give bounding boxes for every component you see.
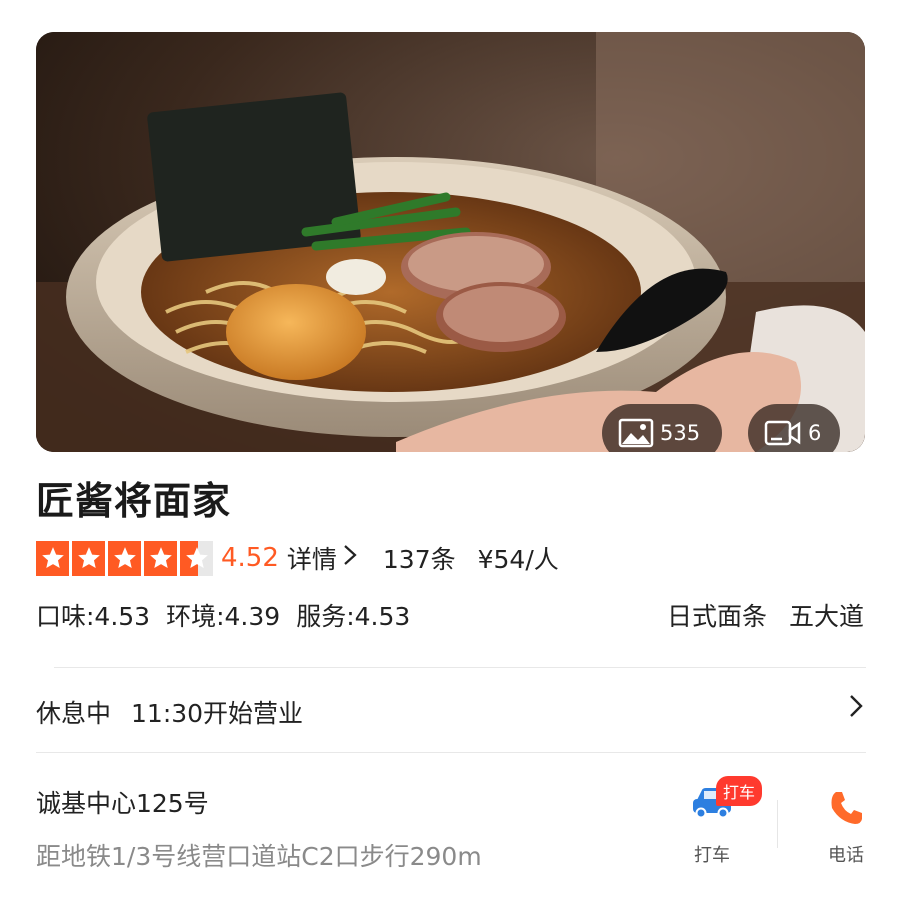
image-icon — [618, 418, 654, 448]
taxi-badge: 打车 — [716, 776, 763, 806]
star-rating — [36, 540, 213, 576]
chevron-right-icon — [343, 544, 357, 572]
subway-distance: 距地铁1/3号线营口道站C2口步行290m — [36, 842, 482, 871]
shop-tags: 日式面条 五大道 — [667, 597, 864, 633]
details-label: 详情 — [286, 545, 337, 574]
half-star-icon — [180, 540, 213, 576]
taxi-label: 打车 — [694, 845, 730, 866]
open-status: 休息中 — [36, 699, 112, 728]
star-icon — [108, 540, 141, 576]
photos-count: 535 — [660, 421, 701, 445]
service-score: 服务:4.53 — [296, 602, 411, 631]
video-icon — [764, 418, 802, 448]
district-tag[interactable]: 五大道 — [789, 597, 864, 633]
videos-count: 6 — [808, 421, 822, 445]
star-icon — [36, 540, 69, 576]
cuisine-tag[interactable]: 日式面条 — [667, 597, 767, 633]
rating-score: 4.52 — [221, 543, 279, 573]
shop-name: 匠酱将面家 — [36, 479, 232, 523]
shop-hero-photo[interactable]: 535 6 — [36, 32, 865, 452]
star-icon — [72, 540, 105, 576]
divider — [36, 752, 866, 753]
review-count[interactable]: 137条 — [383, 540, 456, 576]
sub-scores: 口味:4.53 环境:4.39 服务:4.53 — [36, 597, 410, 633]
ramen-bowl-image — [36, 32, 865, 452]
phone-icon — [831, 792, 862, 824]
videos-count-button[interactable]: 6 — [748, 404, 840, 452]
environment-score: 环境:4.39 — [166, 602, 281, 631]
price-per-person: ¥54/人 — [477, 545, 559, 574]
photos-count-button[interactable]: 535 — [602, 404, 722, 452]
star-icon — [144, 540, 177, 576]
action-separator — [777, 800, 778, 848]
phone-label: 电话 — [828, 845, 864, 866]
divider — [54, 667, 866, 668]
phone-button[interactable]: 电话 — [814, 788, 878, 867]
rating-row: 4.52 详情 137条 ¥54/人 — [36, 538, 559, 578]
chevron-right-icon[interactable] — [848, 693, 864, 723]
shop-address[interactable]: 诚基中心125号 — [36, 784, 209, 820]
taste-score: 口味:4.53 — [36, 602, 151, 631]
business-hours[interactable]: 休息中 11:30开始营业 — [36, 694, 303, 730]
rating-details-link[interactable]: 详情 — [287, 540, 357, 576]
opening-time: 11:30开始营业 — [131, 699, 304, 728]
